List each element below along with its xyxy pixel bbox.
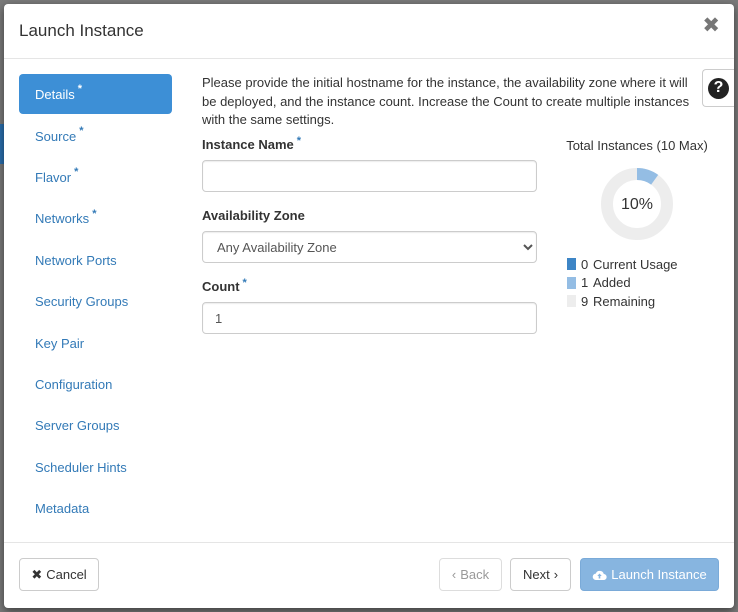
back-button-label: Back bbox=[460, 567, 490, 582]
legend-count: 9 bbox=[581, 293, 589, 309]
close-icon[interactable]: ✖ bbox=[702, 15, 720, 36]
required-marker: * bbox=[79, 125, 84, 138]
count-label: Count * bbox=[202, 277, 247, 294]
nav-item-label: Network Ports bbox=[35, 252, 117, 268]
legend-added: 1 Added bbox=[556, 274, 718, 293]
legend-count: 0 bbox=[581, 256, 589, 272]
nav-item-label: Networks bbox=[35, 211, 90, 227]
nav-item-details[interactable]: Details * bbox=[19, 74, 172, 114]
instance-name-group: Instance Name * bbox=[202, 135, 537, 192]
quota-donut-chart: 10% bbox=[601, 168, 673, 240]
required-marker: * bbox=[296, 135, 302, 147]
instance-name-input[interactable] bbox=[202, 160, 537, 192]
nav-item-label: Source bbox=[35, 128, 77, 144]
modal-footer: ✖ Cancel ‹ Back Next › Launch Instance bbox=[4, 542, 734, 608]
donut-percent-label: 10% bbox=[621, 196, 653, 213]
legend-current-usage: 0 Current Usage bbox=[556, 255, 718, 274]
modal-header: Launch Instance ✖ bbox=[4, 4, 734, 59]
legend-remaining: 9 Remaining bbox=[556, 292, 718, 311]
next-button[interactable]: Next › bbox=[510, 558, 571, 591]
nav-item-label: Flavor bbox=[35, 169, 72, 185]
nav-item-scheduler-hints[interactable]: Scheduler Hints bbox=[19, 447, 172, 488]
nav-item-flavor[interactable]: Flavor * bbox=[19, 157, 172, 198]
cloud-upload-icon bbox=[592, 570, 607, 580]
instance-quota-panel: Total Instances (10 Max) 10% 0 Current U… bbox=[556, 138, 718, 311]
details-intro-text: Please provide the initial hostname for … bbox=[202, 75, 690, 127]
modal-title: Launch Instance bbox=[19, 21, 144, 40]
nav-item-source[interactable]: Source * bbox=[19, 115, 172, 156]
nav-item-key-pair[interactable]: Key Pair bbox=[19, 322, 172, 363]
nav-item-label: Security Groups bbox=[35, 294, 129, 310]
legend-count: 1 bbox=[581, 275, 589, 291]
required-marker: * bbox=[74, 166, 79, 179]
nav-item-security-groups[interactable]: Security Groups bbox=[19, 281, 172, 322]
next-button-label: Next bbox=[522, 567, 550, 582]
cancel-button-label: Cancel bbox=[46, 567, 87, 582]
nav-item-label: Server Groups bbox=[35, 418, 120, 434]
nav-item-server-groups[interactable]: Server Groups bbox=[19, 405, 172, 446]
help-button[interactable]: ? bbox=[702, 69, 734, 107]
nav-item-metadata[interactable]: Metadata bbox=[19, 488, 172, 529]
wizard-nav: Details * Source * Flavor * Networks * Netwo… bbox=[19, 74, 172, 529]
nav-item-configuration[interactable]: Configuration bbox=[19, 364, 172, 405]
count-input[interactable] bbox=[202, 302, 537, 334]
chevron-left-icon: ‹ bbox=[451, 567, 457, 582]
details-form: Instance Name * Availability Zone Any Ava… bbox=[202, 135, 537, 350]
legend-swatch bbox=[567, 276, 576, 289]
nav-item-network-ports[interactable]: Network Ports bbox=[19, 240, 172, 281]
launch-instance-modal: Launch Instance ✖ ? Details * Source * Fla… bbox=[4, 4, 734, 608]
required-marker: * bbox=[242, 277, 247, 289]
availability-zone-group: Availability Zone Any Availability Zone bbox=[202, 208, 537, 263]
nav-item-label: Scheduler Hints bbox=[35, 459, 127, 475]
legend-swatch bbox=[567, 295, 576, 308]
nav-item-label: Metadata bbox=[35, 501, 90, 517]
availability-zone-label: Availability Zone bbox=[202, 208, 305, 223]
chevron-right-icon: › bbox=[553, 567, 559, 582]
required-marker: * bbox=[92, 207, 97, 220]
nav-item-label: Configuration bbox=[35, 376, 113, 392]
availability-zone-select[interactable]: Any Availability Zone bbox=[202, 231, 537, 263]
close-icon: ✖ bbox=[31, 566, 43, 582]
quota-title: Total Instances (10 Max) bbox=[566, 138, 708, 153]
launch-instance-button-label: Launch Instance bbox=[611, 567, 707, 582]
nav-item-label: Details bbox=[35, 86, 75, 102]
cancel-button[interactable]: ✖ Cancel bbox=[19, 558, 99, 591]
legend-label: Remaining bbox=[593, 293, 656, 309]
legend-label: Current Usage bbox=[593, 256, 678, 272]
question-circle-icon: ? bbox=[708, 77, 729, 99]
instance-name-label: Instance Name * bbox=[202, 135, 302, 152]
legend-label: Added bbox=[593, 275, 631, 291]
nav-item-label: Key Pair bbox=[35, 335, 85, 351]
launch-instance-button[interactable]: Launch Instance bbox=[580, 558, 719, 591]
nav-item-networks[interactable]: Networks * bbox=[19, 198, 172, 239]
count-group: Count * bbox=[202, 277, 537, 334]
required-marker: * bbox=[77, 83, 83, 95]
legend-swatch bbox=[567, 258, 576, 271]
back-button[interactable]: ‹ Back bbox=[439, 558, 502, 591]
